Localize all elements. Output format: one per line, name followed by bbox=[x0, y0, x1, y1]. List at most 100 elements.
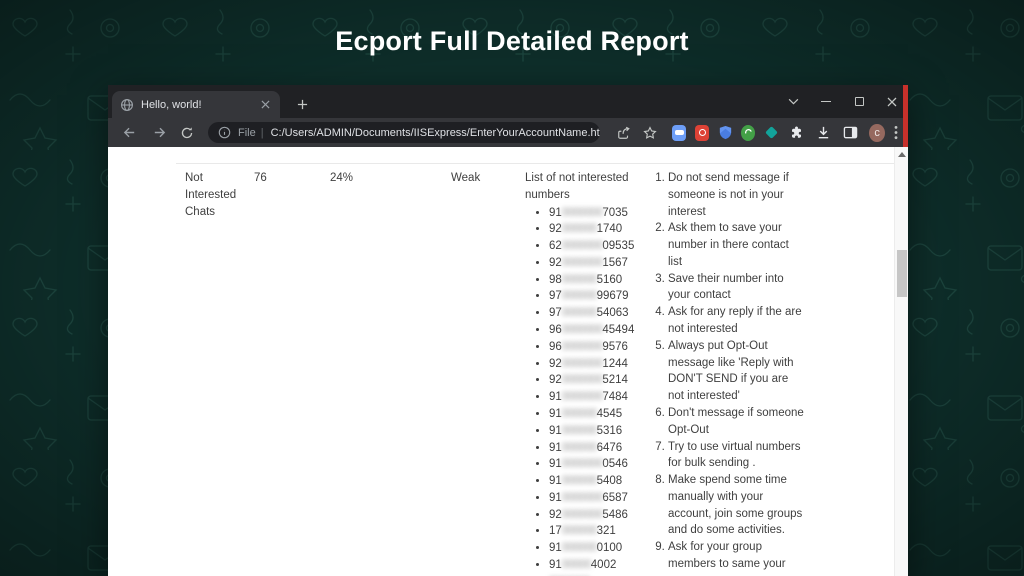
number-prefix: 96 bbox=[549, 324, 562, 336]
suggestion-item: Always put Opt-Out message like 'Reply w… bbox=[668, 338, 806, 405]
number-suffix: 5486 bbox=[602, 509, 628, 521]
red-extension-icon[interactable] bbox=[695, 125, 709, 141]
tab-strip: Hello, world! bbox=[108, 85, 908, 118]
page-scrollbar[interactable] bbox=[894, 147, 908, 576]
number-prefix: 98 bbox=[549, 274, 562, 286]
suggestion-item: Ask for any reply if the are not interes… bbox=[668, 304, 806, 338]
phone-number-item: 910000005408 bbox=[549, 473, 641, 490]
number-prefix: 91 bbox=[549, 542, 562, 554]
minimize-button[interactable] bbox=[820, 96, 832, 108]
number-suffix: 321 bbox=[597, 525, 616, 537]
number-prefix: 91 bbox=[549, 408, 562, 420]
number-suffix: 99679 bbox=[597, 290, 629, 302]
number-suffix: 7484 bbox=[602, 391, 628, 403]
redacted-digits: 000000 bbox=[562, 290, 597, 302]
number-suffix: 09535 bbox=[602, 240, 634, 252]
phone-number-item: 9100000006587 bbox=[549, 490, 641, 507]
number-suffix: 5214 bbox=[602, 374, 628, 386]
table-row-divider bbox=[176, 163, 894, 164]
phone-number-item: 9700000054063 bbox=[549, 305, 641, 322]
number-prefix: 91 bbox=[549, 458, 562, 470]
number-prefix: 17 bbox=[549, 525, 562, 537]
number-prefix: 62 bbox=[549, 240, 562, 252]
redacted-digits: 0000000 bbox=[562, 391, 603, 403]
phone-number-item: 9700000099679 bbox=[549, 288, 641, 305]
number-prefix: 92 bbox=[549, 223, 562, 235]
redacted-digits: 0000000 bbox=[562, 324, 603, 336]
extensions-puzzle-icon[interactable] bbox=[789, 125, 804, 140]
scrollbar-thumb[interactable] bbox=[897, 250, 907, 297]
globe-favicon-icon bbox=[120, 98, 134, 112]
tab-title: Hello, world! bbox=[141, 99, 258, 111]
browser-tab[interactable]: Hello, world! bbox=[112, 91, 280, 118]
reload-icon[interactable] bbox=[180, 126, 194, 140]
number-suffix: 5160 bbox=[597, 274, 623, 286]
suggestion-item: Save their number into your contact bbox=[668, 271, 806, 305]
number-prefix: 91 bbox=[549, 492, 562, 504]
maximize-button[interactable] bbox=[853, 96, 865, 108]
new-tab-button[interactable] bbox=[292, 94, 312, 114]
row-count: 76 bbox=[254, 170, 267, 187]
number-prefix: 92 bbox=[549, 509, 562, 521]
phone-number-item: 9100000000546 bbox=[549, 456, 641, 473]
tab-search-chevron-icon[interactable] bbox=[787, 96, 799, 108]
redacted-digits: 0000000 bbox=[562, 341, 603, 353]
phone-number-item: 910000005316 bbox=[549, 423, 641, 440]
number-suffix: 6476 bbox=[597, 442, 623, 454]
number-suffix: 5408 bbox=[597, 475, 623, 487]
row-label: Not Interested Chats bbox=[185, 170, 249, 220]
tab-close-icon[interactable] bbox=[258, 98, 272, 112]
suggestion-item: Make spend some time manually with your … bbox=[668, 472, 806, 539]
phone-number-item: 9100000007484 bbox=[549, 389, 641, 406]
number-prefix: 91 bbox=[549, 425, 562, 437]
bookmark-star-icon[interactable] bbox=[643, 126, 657, 140]
url-scheme-label: File bbox=[238, 127, 256, 139]
address-bar[interactable]: File | C:/Users/ADMIN/Documents/IISExpre… bbox=[208, 122, 600, 143]
row-strength: Weak bbox=[451, 170, 480, 187]
redacted-digits: 000000 bbox=[562, 525, 597, 537]
number-suffix: 9576 bbox=[602, 341, 628, 353]
phone-number-item: 9200000001244 bbox=[549, 356, 641, 373]
share-icon[interactable] bbox=[617, 126, 631, 140]
redacted-digits: 000000 bbox=[562, 223, 597, 235]
number-suffix: 4545 bbox=[597, 408, 623, 420]
close-button[interactable] bbox=[886, 96, 898, 108]
page-info-icon[interactable] bbox=[218, 126, 231, 139]
download-icon[interactable] bbox=[816, 125, 831, 140]
redacted-digits: 0000000 bbox=[562, 509, 603, 521]
redacted-digits: 0000000 bbox=[562, 257, 603, 269]
redacted-digits: 000000 bbox=[562, 425, 597, 437]
numbers-column: List of not interested numbers 910000000… bbox=[525, 170, 641, 576]
number-suffix: 4002 bbox=[591, 559, 617, 571]
redacted-digits: 000000 bbox=[562, 274, 597, 286]
phone-number-item: 910000004545 bbox=[549, 406, 641, 423]
back-arrow-icon[interactable] bbox=[122, 125, 137, 140]
redacted-digits: 000000 bbox=[562, 408, 597, 420]
phone-number-item: 9600000009576 bbox=[549, 339, 641, 356]
phone-number-item: 17000000321 bbox=[549, 523, 641, 540]
screenshot-root: Ecport Full Detailed Report Hello, world… bbox=[0, 0, 1024, 576]
profile-avatar[interactable]: c bbox=[869, 124, 885, 142]
blue-extension-icon[interactable] bbox=[672, 125, 686, 141]
phone-number-item: 9100000007035 bbox=[549, 205, 641, 222]
number-prefix: 91 bbox=[549, 559, 562, 571]
number-prefix: 92 bbox=[549, 358, 562, 370]
phone-number-item: 9200000005214 bbox=[549, 372, 641, 389]
number-suffix: 1740 bbox=[597, 223, 623, 235]
number-suffix: 5316 bbox=[597, 425, 623, 437]
scrollbar-up-arrow-icon[interactable] bbox=[898, 152, 906, 157]
shield-extension-icon[interactable] bbox=[718, 125, 733, 141]
side-panel-icon[interactable] bbox=[843, 125, 858, 140]
kebab-menu-icon[interactable] bbox=[894, 125, 898, 140]
redacted-digits: 0000000 bbox=[562, 207, 603, 219]
phone-number-item: 980000005160 bbox=[549, 272, 641, 289]
teal-extension-icon[interactable] bbox=[764, 125, 778, 141]
number-suffix: 7035 bbox=[602, 207, 628, 219]
green-extension-icon[interactable] bbox=[741, 125, 755, 141]
redacted-digits: 000000 bbox=[562, 475, 597, 487]
number-prefix: 91 bbox=[549, 475, 562, 487]
forward-arrow-icon[interactable] bbox=[152, 125, 167, 140]
phone-number-item: 9200000001567 bbox=[549, 255, 641, 272]
window-controls bbox=[787, 85, 898, 118]
numbers-list: 9100000007035 920000001740 6200000000953… bbox=[525, 205, 641, 576]
